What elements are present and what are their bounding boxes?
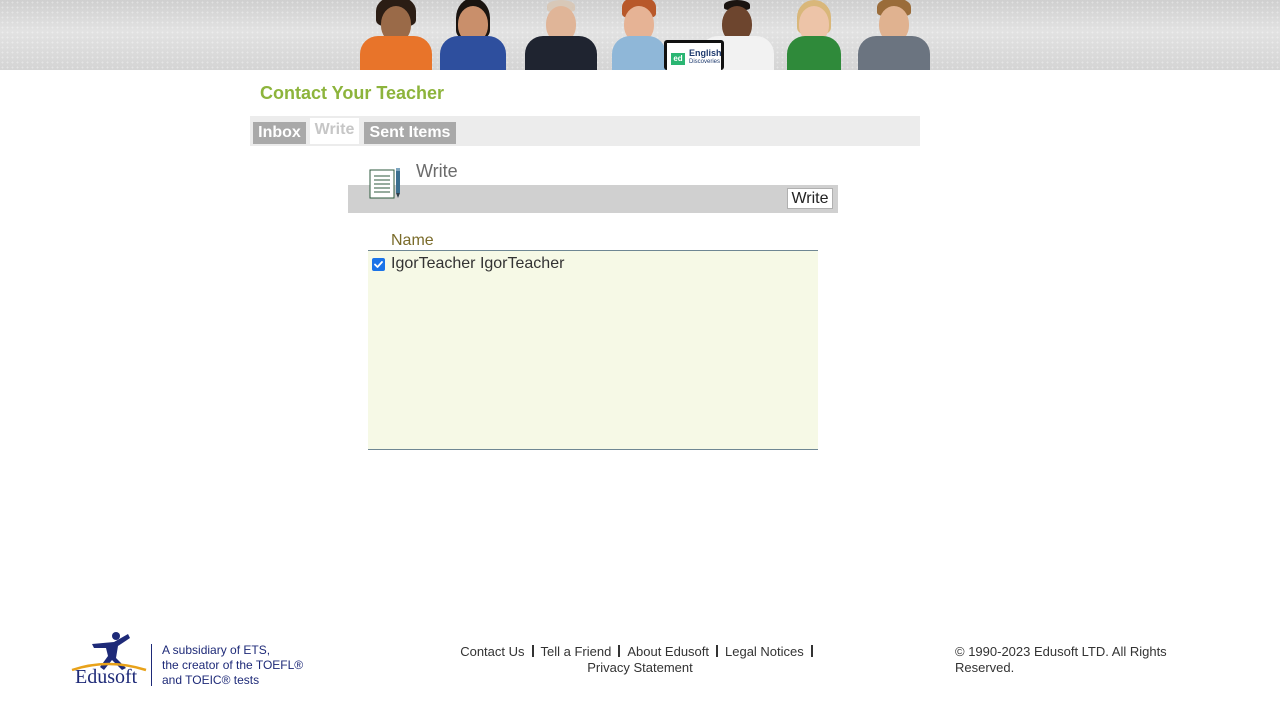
tab-bar: Inbox Write Sent Items: [250, 116, 920, 146]
edusoft-wordmark: Edusoft: [75, 666, 138, 688]
link-separator: [531, 645, 534, 657]
tell-a-friend-link[interactable]: Tell a Friend: [541, 644, 612, 659]
recipient-checkbox[interactable]: [372, 258, 385, 271]
contact-us-link[interactable]: Contact Us: [460, 644, 524, 659]
footer-links: Contact Us Tell a Friend About Edusoft Lega…: [440, 644, 840, 676]
copyright-notice: © 1990-2023 Edusoft LTD. All Rights Rese…: [955, 644, 1167, 675]
checkmark-icon: [374, 261, 383, 268]
notepad-pen-icon: [369, 165, 405, 199]
english-discoveries-tablet: ed English Discoveries: [664, 40, 724, 70]
header-banner: ed English Discoveries: [0, 0, 1280, 70]
logo-divider: [151, 644, 152, 686]
name-column-header: Name: [391, 232, 434, 249]
logo-tagline-line: and TOEIC® tests: [162, 673, 260, 687]
banner-person: [612, 0, 666, 70]
banner-person: [360, 0, 432, 70]
tab-inbox[interactable]: Inbox: [253, 122, 306, 144]
privacy-statement-link[interactable]: Privacy Statement: [587, 660, 693, 675]
tab-sent-items[interactable]: Sent Items: [364, 122, 456, 144]
legal-notices-link[interactable]: Legal Notices: [725, 644, 804, 659]
page-title: Contact Your Teacher: [260, 83, 445, 103]
banner-person: [440, 0, 506, 70]
ed-logo-badge: ed: [671, 53, 685, 65]
banner-person: [525, 0, 597, 70]
tab-write[interactable]: Write: [310, 118, 359, 144]
about-edusoft-link[interactable]: About Edusoft: [627, 644, 709, 659]
banner-person: [858, 0, 930, 70]
link-separator: [618, 645, 621, 657]
tablet-title: English: [689, 48, 722, 58]
recipient-name: IgorTeacher IgorTeacher: [391, 255, 565, 272]
link-separator: [716, 645, 718, 657]
write-button[interactable]: Write: [787, 188, 833, 209]
tablet-subtitle: Discoveries: [689, 59, 721, 65]
link-separator: [810, 645, 813, 657]
logo-tagline-line: A subsidiary of ETS,: [162, 643, 271, 657]
write-heading: Write: [416, 161, 458, 181]
logo-tagline-line: the creator of the TOEFL®: [162, 658, 304, 672]
write-toolbar: [348, 185, 838, 213]
recipient-list: [368, 250, 818, 450]
banner-person: [787, 0, 841, 70]
logo-tagline: A subsidiary of ETS, the creator of the …: [162, 643, 303, 688]
